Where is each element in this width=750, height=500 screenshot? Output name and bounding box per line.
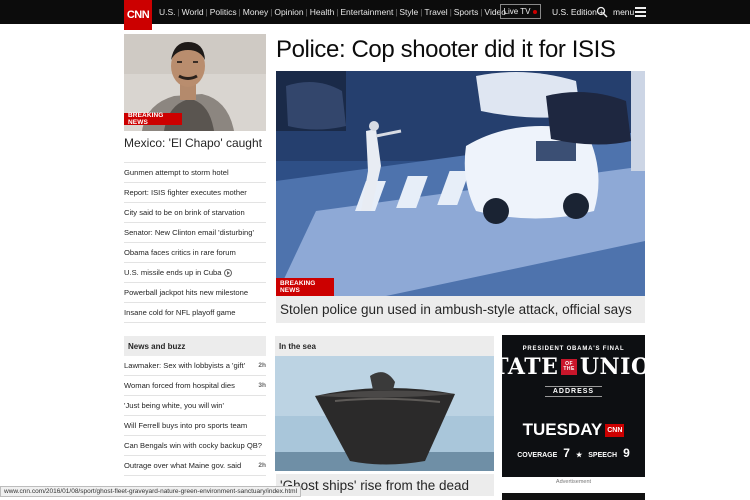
buzz-text: Outrage over what Maine gov. said	[124, 461, 242, 470]
live-tv-button[interactable]: Live TV	[500, 4, 541, 19]
ghost-ship-photo[interactable]	[275, 356, 494, 471]
headline-text: Obama faces critics in rare forum	[124, 248, 236, 257]
live-dot-icon	[533, 9, 538, 14]
nav-link-opinion[interactable]: Opinion	[272, 7, 305, 17]
ad-state-text: STATE	[502, 354, 559, 380]
list-item[interactable]: Can Bengals win with cocky backup QB?	[124, 436, 266, 456]
timestamp: 3h	[258, 382, 266, 389]
timestamp: 2h	[258, 462, 266, 469]
list-item[interactable]: Gunmen attempt to storm hotel	[124, 163, 266, 183]
list-item[interactable]: Outrage over what Maine gov. said 2h	[124, 456, 266, 476]
ad-strip	[502, 493, 645, 500]
list-item[interactable]: City said to be on brink of starvation	[124, 203, 266, 223]
list-item[interactable]: Woman forced from hospital dies 3h	[124, 376, 266, 396]
list-item[interactable]: Insane cold for NFL playoff game	[124, 303, 266, 323]
ad-union-text: UNION	[579, 354, 645, 380]
headline-text: City said to be on brink of starvation	[124, 208, 245, 217]
main-story-caption[interactable]: Stolen police gun used in ambush-style a…	[276, 296, 645, 323]
ad-times: COVERAGE 7 ★ SPEECH 9	[502, 446, 645, 460]
search-icon[interactable]	[596, 6, 608, 18]
ad-coverage-time: 7	[563, 446, 570, 460]
cnn-logo-small: CNN	[605, 423, 625, 437]
browser-status-url: www.cnn.com/2016/01/08/sport/ghost-fleet…	[0, 486, 302, 497]
list-item[interactable]: U.S. missile ends up in Cuba	[124, 263, 266, 283]
buzz-text: Lawmaker: Sex with lobbyists a 'gift'	[124, 361, 246, 370]
nav-link-politics[interactable]: Politics	[208, 7, 239, 17]
in-the-sea-heading: In the sea	[275, 336, 494, 356]
nav-link-entertainment[interactable]: Entertainment	[338, 7, 395, 17]
lead-headline[interactable]: Mexico: 'El Chapo' caught	[124, 136, 266, 150]
list-item[interactable]: Lawmaker: Sex with lobbyists a 'gift' 2h	[124, 356, 266, 376]
list-item[interactable]: Report: ISIS fighter executes mother	[124, 183, 266, 203]
video-play-icon	[223, 268, 232, 277]
list-item[interactable]: Powerball jackpot hits new milestone	[124, 283, 266, 303]
hamburger-icon[interactable]	[635, 7, 646, 17]
ad-speech-time: 9	[623, 446, 630, 460]
news-and-buzz-list: Lawmaker: Sex with lobbyists a 'gift' 2h …	[124, 356, 266, 476]
advertisement-label: Advertisement	[555, 479, 592, 485]
breaking-news-badge: BREAKING NEWS	[276, 278, 334, 296]
ad-preheading: PRESIDENT OBAMA'S FINAL	[522, 346, 625, 352]
ad-coverage-label: COVERAGE	[517, 452, 558, 459]
menu-label[interactable]: menu	[613, 0, 634, 24]
headline-text: Powerball jackpot hits new milestone	[124, 288, 249, 297]
news-and-buzz-heading: News and buzz	[124, 336, 266, 356]
headline-text: Insane cold for NFL playoff game	[124, 308, 236, 317]
ad-of-the-text: OF THE	[561, 359, 577, 375]
list-item[interactable]: 'Just being white, you will win'	[124, 396, 266, 416]
star-icon: ★	[575, 452, 583, 459]
nav-link-money[interactable]: Money	[241, 7, 271, 17]
nav-link-style[interactable]: Style	[397, 7, 420, 17]
list-item[interactable]: Will Ferrell buys into pro sports team	[124, 416, 266, 436]
headline-list: Gunmen attempt to storm hotel Report: IS…	[124, 162, 266, 323]
breaking-news-badge: BREAKING NEWS	[124, 112, 182, 126]
ad-title: STATE OF THE UNION	[502, 354, 645, 380]
buzz-text: 'Just being white, you will win'	[124, 401, 224, 410]
ad-day: TUESDAY CNN	[502, 420, 645, 440]
buzz-text: Woman forced from hospital dies	[124, 381, 235, 390]
main-story-photo[interactable]	[276, 71, 645, 296]
buzz-text: Will Ferrell buys into pro sports team	[124, 421, 248, 430]
buzz-text: Can Bengals win with cocky backup QB?	[124, 441, 263, 450]
ad-speech-label: SPEECH	[588, 452, 618, 459]
headline-text: Senator: New Clinton email 'disturbing'	[124, 228, 254, 237]
main-headline[interactable]: Police: Cop shooter did it for ISIS	[276, 36, 616, 64]
ghost-ships-caption[interactable]: 'Ghost ships' rise from the dead	[276, 474, 494, 496]
headline-text: U.S. missile ends up in Cuba	[124, 268, 222, 277]
ad-address-text: ADDRESS	[544, 386, 603, 397]
nav-link-travel[interactable]: Travel	[422, 7, 449, 17]
nav-link-world[interactable]: World	[180, 7, 206, 17]
list-item[interactable]: Senator: New Clinton email 'disturbing'	[124, 223, 266, 243]
cnn-logo[interactable]: CNN	[124, 0, 152, 30]
nav-link-sports[interactable]: Sports	[452, 7, 481, 17]
live-tv-label: Live TV	[503, 7, 531, 16]
sotu-advertisement[interactable]: PRESIDENT OBAMA'S FINAL STATE OF THE UNI…	[502, 335, 645, 477]
nav-links: U.S. | World | Politics | Money | Opinion | H…	[157, 7, 507, 17]
headline-text: Gunmen attempt to storm hotel	[124, 168, 229, 177]
list-item[interactable]: Obama faces critics in rare forum	[124, 243, 266, 263]
ad-day-text: TUESDAY	[522, 420, 603, 439]
timestamp: 2h	[258, 362, 266, 369]
nav-link-health[interactable]: Health	[308, 7, 337, 17]
nav-link-us[interactable]: U.S.	[157, 7, 178, 17]
headline-text: Report: ISIS fighter executes mother	[124, 188, 247, 197]
